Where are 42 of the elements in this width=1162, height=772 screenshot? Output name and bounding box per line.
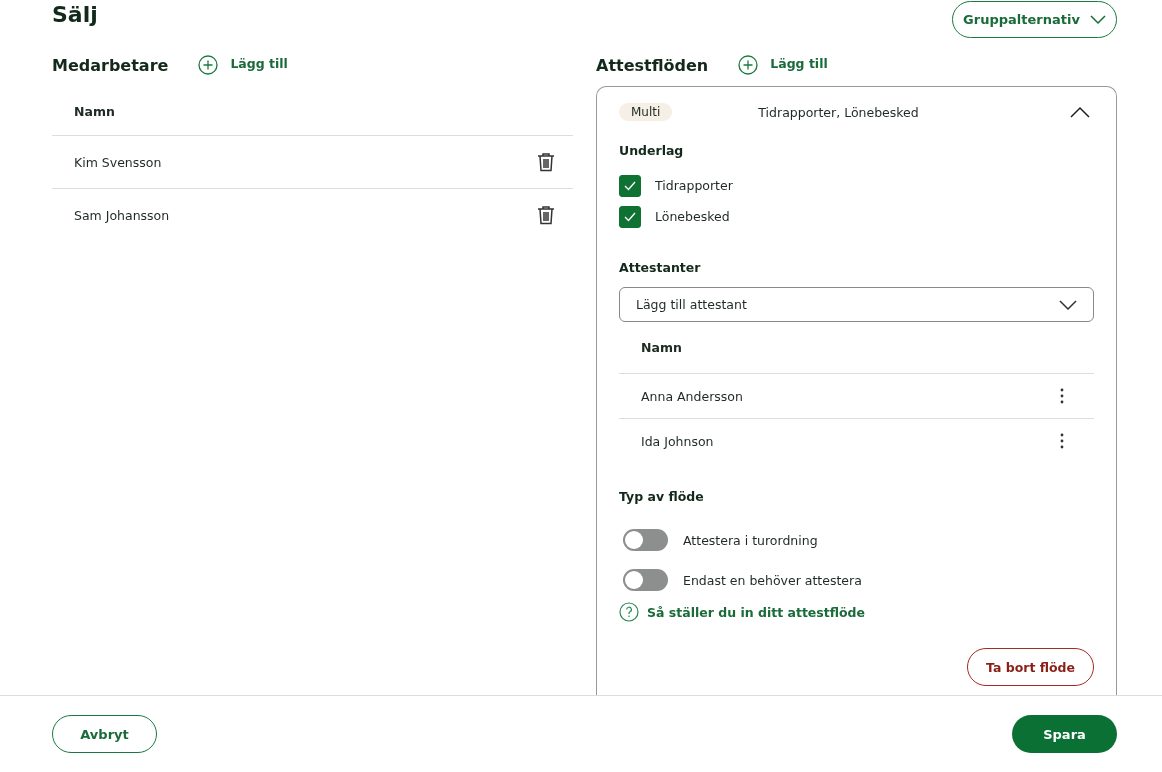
help-link[interactable]: Så ställer du in ditt attestflöde (619, 602, 866, 622)
chevron-down-icon (1059, 299, 1077, 310)
chevron-up-icon[interactable] (1070, 106, 1090, 118)
column-header: Namn (641, 340, 682, 355)
chevron-down-icon (1089, 14, 1106, 25)
trash-icon[interactable] (537, 205, 555, 225)
more-icon[interactable] (1060, 433, 1064, 449)
checkbox[interactable] (619, 174, 641, 197)
question-circle-icon (619, 602, 639, 622)
section-title: Attestflöden (596, 55, 709, 75)
cancel-button[interactable]: Avbryt (52, 715, 157, 753)
plus-circle-icon (198, 55, 219, 75)
group-options-button[interactable]: Gruppalternativ (952, 1, 1117, 38)
more-icon[interactable] (1060, 388, 1064, 404)
delete-flow-button[interactable]: Ta bort flöde (967, 648, 1094, 686)
trash-icon[interactable] (537, 152, 555, 172)
table-cell: Anna Andersson (641, 388, 743, 404)
toggle-label: Endast en behöver attestera (683, 572, 862, 588)
plus-circle-icon (738, 55, 759, 75)
add-button[interactable]: Lägg till (198, 55, 288, 75)
column-header: Namn (74, 104, 115, 119)
check-icon (624, 180, 636, 191)
subsection-title: Attestanter (619, 260, 702, 275)
toggle-switch[interactable] (623, 569, 668, 591)
approver-dropdown[interactable]: Lägg till attestant (619, 287, 1094, 322)
table-cell: Sam Johansson (74, 207, 170, 223)
toggle-label: Attestera i turordning (683, 532, 818, 548)
add-button[interactable]: Lägg till (738, 55, 828, 75)
page-title: Sälj (52, 2, 98, 27)
save-button[interactable]: Spara (1012, 715, 1117, 753)
table-cell: Ida Johnson (641, 433, 714, 449)
subsection-title: Typ av flöde (619, 489, 705, 504)
flow-summary: Tidrapporter, Lönebesked (758, 104, 920, 120)
check-icon (624, 211, 636, 222)
section-title: Medarbetare (52, 55, 169, 75)
checkbox[interactable] (619, 205, 641, 228)
checkbox-label: Lönebesked (655, 209, 730, 224)
type-badge: Multi (619, 103, 673, 121)
subsection-title: Underlag (619, 143, 685, 158)
toggle-switch[interactable] (623, 529, 668, 551)
table-cell: Kim Svensson (74, 154, 162, 170)
checkbox-label: Tidrapporter (655, 178, 733, 193)
